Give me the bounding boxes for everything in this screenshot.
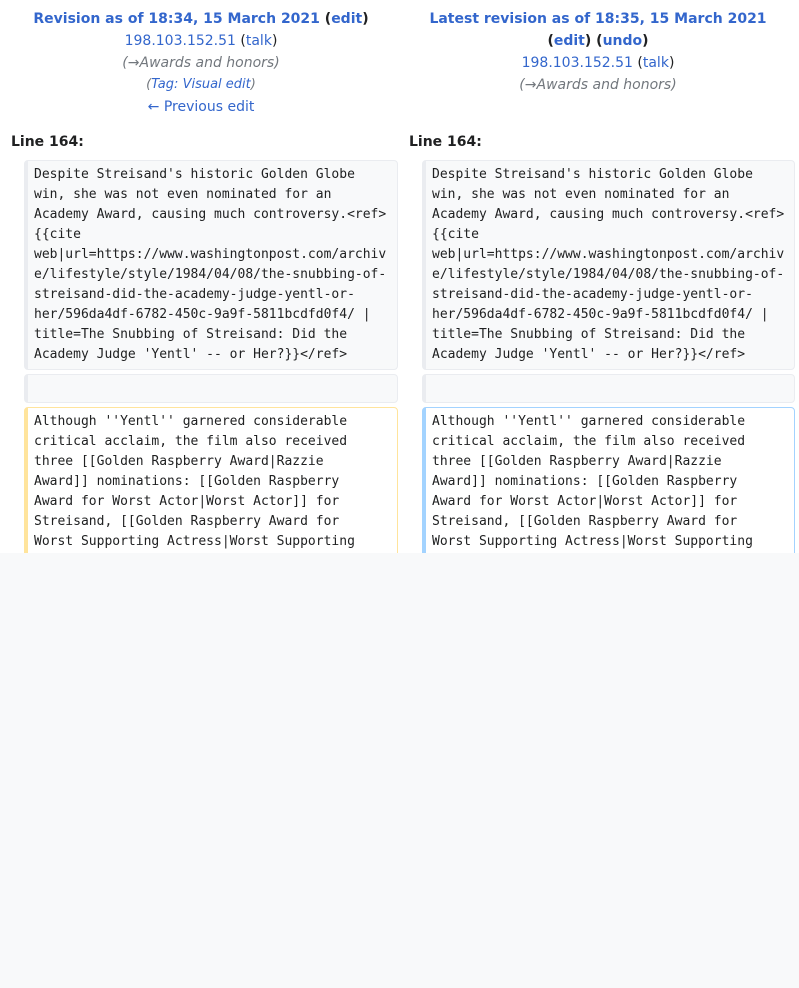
old-user-link[interactable]: 198.103.152.51 (125, 33, 236, 49)
old-summary-section-link[interactable]: →Awards and honors (128, 55, 274, 71)
old-user-line: 198.103.152.51 (talk) (6, 30, 396, 52)
paren: ) (668, 55, 675, 71)
old-edit-summary: (→Awards and honors) (122, 55, 280, 71)
new-edit-link[interactable]: edit (554, 33, 585, 49)
undo-link[interactable]: undo (603, 33, 643, 49)
new-revision-header: Latest revision as of 18:35, 15 March 20… (403, 8, 793, 96)
diff-view: Revision as of 18:34, 15 March 2021 (edi… (0, 0, 799, 553)
old-edit-link[interactable]: edit (331, 11, 362, 27)
old-line-number: Line 164: (11, 134, 84, 150)
new-summary-section-link[interactable]: →Awards and honors (525, 77, 671, 93)
new-user-link[interactable]: 198.103.152.51 (522, 55, 633, 71)
new-context-line: Despite Streisand's historic Golden Glob… (422, 160, 795, 370)
old-revision-title: Revision as of 18:34, 15 March 2021 (edi… (6, 8, 396, 30)
old-talk-link[interactable]: talk (246, 33, 272, 49)
new-line-number: Line 164: (409, 134, 482, 150)
deleted-line: Although ''Yentl'' garnered considerable… (24, 407, 398, 553)
old-revision-header: Revision as of 18:34, 15 March 2021 (edi… (6, 8, 396, 118)
previous-edit-link[interactable]: ← Previous edit (148, 99, 255, 115)
new-revision-link[interactable]: Latest revision as of 18:35, 15 March 20… (429, 11, 766, 27)
paren: ) (362, 11, 369, 27)
old-tag-line: (Tag: Visual edit) (146, 77, 256, 92)
old-empty-line (24, 374, 398, 403)
new-revision-title: Latest revision as of 18:35, 15 March 20… (403, 8, 793, 30)
new-talk-link[interactable]: talk (643, 55, 669, 71)
new-user-line: 198.103.152.51 (talk) (403, 52, 793, 74)
new-revision-actions: (edit) (undo) (403, 30, 793, 52)
old-context-line: Despite Streisand's historic Golden Glob… (24, 160, 398, 370)
new-edit-summary: (→Awards and honors) (519, 77, 677, 93)
paren: ) (584, 33, 592, 49)
new-empty-line (422, 374, 795, 403)
previous-edit-line: ← Previous edit (6, 96, 396, 118)
tags-link[interactable]: Tag: (151, 77, 178, 92)
visual-edit-tag-link[interactable]: Visual edit (183, 77, 251, 92)
paren: ) (271, 33, 278, 49)
added-line: Although ''Yentl'' garnered considerable… (422, 407, 795, 553)
paren: ) (642, 33, 649, 49)
old-revision-link[interactable]: Revision as of 18:34, 15 March 2021 (33, 11, 320, 27)
